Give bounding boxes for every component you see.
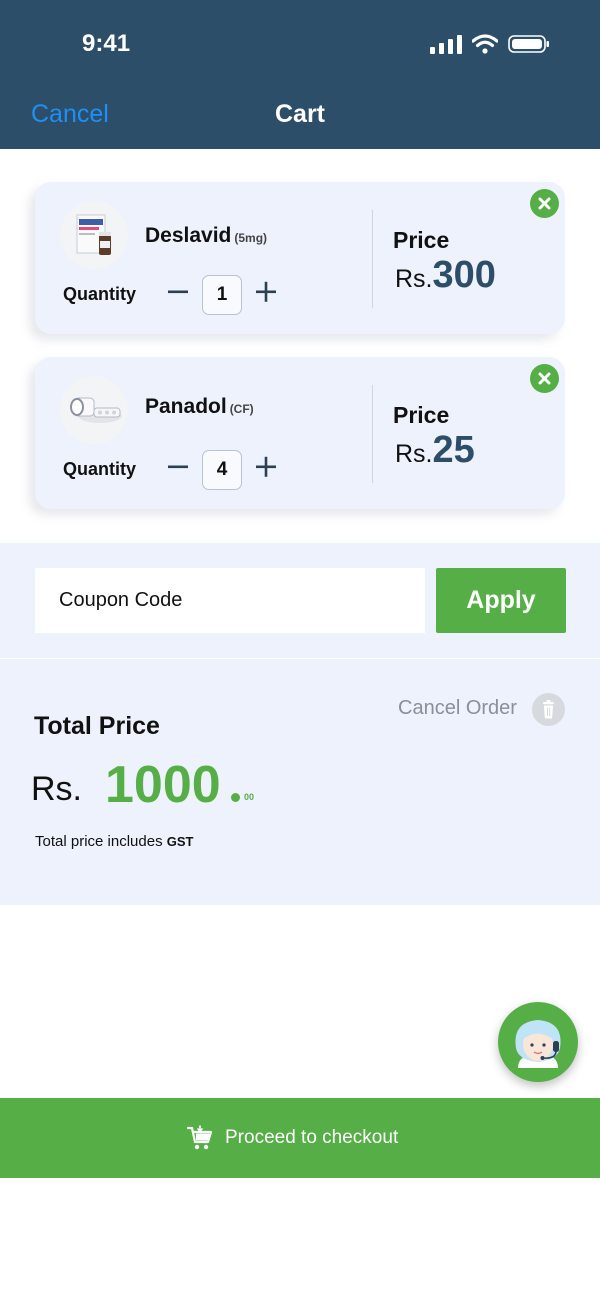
total-title: Total Price xyxy=(34,712,160,740)
product-name-text: Panadol xyxy=(145,395,227,418)
currency-label: Rs. xyxy=(395,265,433,293)
coupon-section: Apply xyxy=(0,543,600,658)
gst-label: GST xyxy=(166,834,194,849)
close-icon xyxy=(538,372,551,385)
cart-icon xyxy=(187,1125,213,1150)
gst-note-text: Total price includes xyxy=(35,833,167,850)
medicine-box-icon xyxy=(76,214,111,255)
product-name: Deslavid (5mg) xyxy=(145,224,267,248)
product-name: Panadol (CF) xyxy=(145,395,254,419)
remove-item-button[interactable] xyxy=(530,189,559,218)
product-thumbnail xyxy=(60,376,128,444)
cart-item: Deslavid (5mg) Quantity 1 Price Rs.300 xyxy=(35,182,565,334)
total-amount: 1000 xyxy=(105,756,221,814)
price-label: Price xyxy=(393,227,450,253)
remove-item-button[interactable] xyxy=(530,364,559,393)
apply-coupon-button[interactable]: Apply xyxy=(436,568,566,633)
cart-item: Panadol (CF) Quantity 4 Price Rs.25 xyxy=(35,357,565,509)
product-dose: (5mg) xyxy=(234,231,268,245)
quantity-label: Quantity xyxy=(63,284,137,304)
price: Rs.25 xyxy=(395,429,475,472)
total-cents: 00 xyxy=(244,792,255,802)
divider xyxy=(372,385,373,483)
price-label: Price xyxy=(393,402,450,428)
price-value: 25 xyxy=(432,429,475,471)
page-title: Cart xyxy=(274,100,325,128)
decimal-point xyxy=(231,793,240,802)
cancel-order-button[interactable] xyxy=(532,693,565,726)
minus-icon[interactable] xyxy=(166,453,190,481)
battery-icon xyxy=(508,35,549,53)
minus-icon[interactable] xyxy=(166,278,190,306)
status-icons xyxy=(430,34,550,54)
support-agent-icon xyxy=(515,1020,561,1068)
app-header: 9:41 Cancel Cart xyxy=(0,0,600,149)
product-name-text: Deslavid xyxy=(145,224,232,247)
quantity-value[interactable]: 1 xyxy=(202,275,242,315)
trash-icon xyxy=(543,700,554,719)
plus-icon[interactable] xyxy=(254,453,278,481)
status-time: 9:41 xyxy=(82,30,131,57)
close-icon xyxy=(538,197,551,210)
checkout-label: Proceed to checkout xyxy=(225,1127,399,1148)
cancel-order-link[interactable]: Cancel Order xyxy=(398,697,517,720)
checkout-content: Proceed to checkout xyxy=(187,1125,398,1151)
wifi-icon xyxy=(472,34,498,54)
plus-icon[interactable] xyxy=(254,278,278,306)
price: Rs.300 xyxy=(395,254,496,297)
currency-label: Rs. xyxy=(395,440,433,468)
quantity-value[interactable]: 4 xyxy=(202,450,242,490)
gst-note: Total price includes GST xyxy=(35,833,193,850)
total-currency: Rs. xyxy=(31,770,82,808)
price-value: 300 xyxy=(432,254,496,296)
support-chat-button[interactable] xyxy=(498,1002,578,1082)
total-section: Total Price Cancel Order Rs. 1000 00 Tot… xyxy=(0,659,600,905)
coupon-input[interactable] xyxy=(35,568,425,633)
signal-icon xyxy=(430,35,462,54)
quantity-label: Quantity xyxy=(63,459,137,479)
product-dose: (CF) xyxy=(229,402,254,416)
divider xyxy=(372,210,373,308)
pill-bottle-icon xyxy=(70,397,122,423)
product-thumbnail xyxy=(60,201,128,269)
checkout-button[interactable]: Proceed to checkout xyxy=(0,1098,600,1178)
